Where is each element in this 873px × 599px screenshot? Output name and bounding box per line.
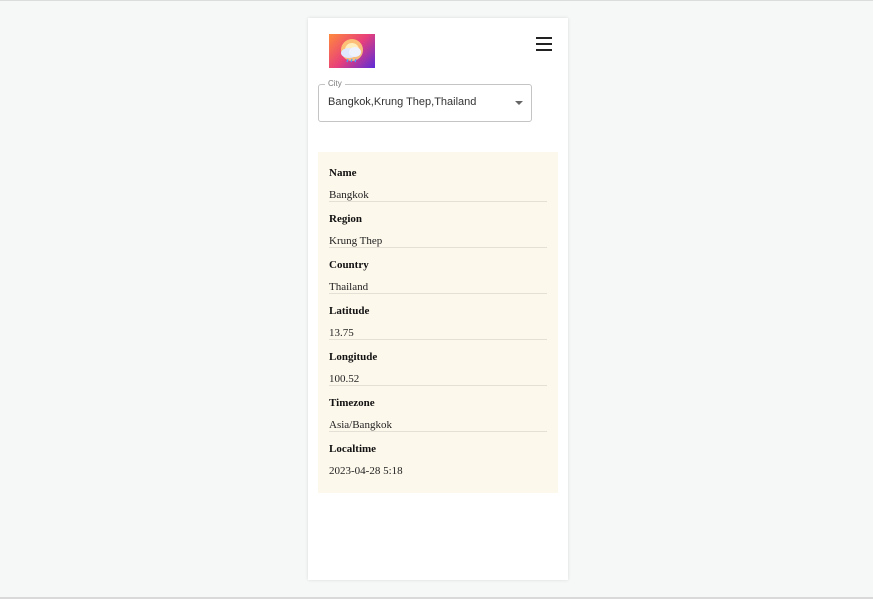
- page-top-border: [0, 0, 873, 1]
- city-select-label: City: [325, 79, 345, 89]
- localtime-label: Localtime: [329, 443, 377, 455]
- divider: [329, 339, 547, 340]
- latitude-label: Latitude: [329, 305, 370, 317]
- longitude-label: Longitude: [329, 351, 378, 363]
- region-label: Region: [329, 213, 362, 225]
- divider: [329, 385, 547, 386]
- chevron-down-icon[interactable]: [515, 101, 523, 105]
- menu-bar-middle: [536, 43, 552, 45]
- app-logo: [329, 34, 375, 68]
- hamburger-menu-icon[interactable]: [536, 37, 554, 51]
- timezone-label: Timezone: [329, 397, 375, 409]
- app-card: City Bangkok,Krung Thep,Thailand Name Ba…: [308, 18, 568, 580]
- divider: [329, 247, 547, 248]
- divider: [329, 293, 547, 294]
- name-label: Name: [329, 167, 357, 179]
- country-label: Country: [329, 259, 369, 271]
- city-select-value: Bangkok,Krung Thep,Thailand: [328, 96, 477, 108]
- localtime-value: 2023-04-28 5:18: [329, 465, 403, 477]
- location-info-panel: Name Bangkok Region Krung Thep Country T…: [318, 152, 558, 493]
- menu-bar-bottom: [536, 49, 552, 51]
- divider: [329, 431, 547, 432]
- weather-cloud-logo-icon: [341, 39, 363, 63]
- divider: [329, 201, 547, 202]
- city-select[interactable]: City Bangkok,Krung Thep,Thailand: [318, 79, 532, 122]
- menu-bar-top: [536, 37, 552, 39]
